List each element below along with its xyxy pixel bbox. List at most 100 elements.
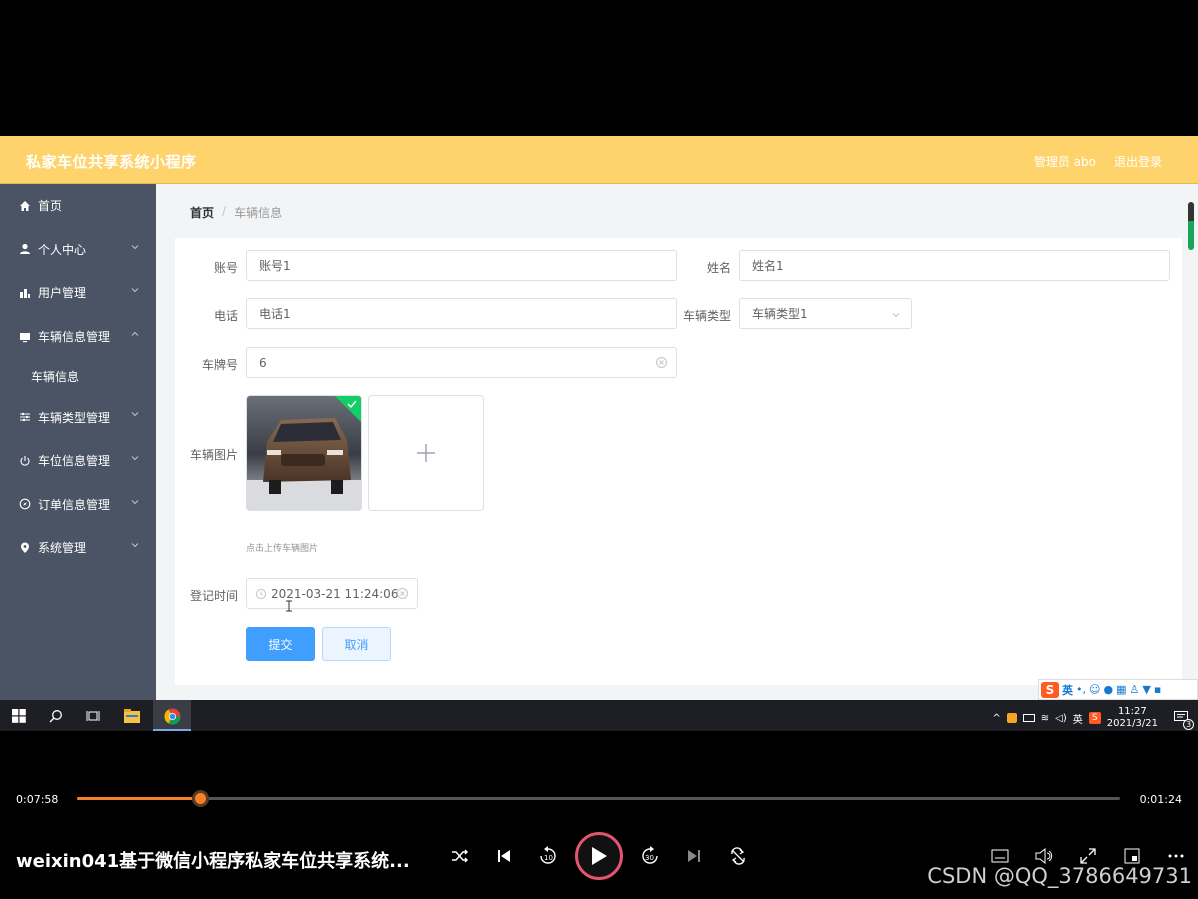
location-icon (18, 541, 32, 555)
name-field[interactable]: 姓名1 (739, 250, 1170, 281)
app-header: 私家车位共享系统小程序 管理员 abo 退出登录 (0, 136, 1198, 184)
sidebar-item-vehicle-type[interactable]: 车辆类型管理 (0, 395, 156, 439)
sidebar-item-users[interactable]: 用户管理 (0, 271, 156, 315)
previous-icon[interactable] (493, 845, 515, 867)
video-player: 0:07:58 0:01:24 weixin041基于微信小程序私家车位共享系统… (0, 783, 1198, 899)
emoji-icon[interactable]: ☺ (1089, 683, 1100, 696)
chrome-icon[interactable] (163, 707, 181, 725)
scrollbar[interactable] (1188, 202, 1194, 250)
sogou-tray-icon[interactable]: S (1088, 712, 1101, 724)
sidebar-item-label: 用户管理 (38, 286, 87, 301)
home-icon (18, 199, 32, 213)
shuffle-icon[interactable] (449, 845, 471, 867)
notification-icon[interactable]: 3 (1174, 710, 1194, 730)
vehicle-type-label: 车辆类型 (682, 309, 731, 323)
chevron-down-icon (131, 288, 139, 293)
volume-icon[interactable]: ◁) (1055, 713, 1067, 724)
play-button[interactable] (575, 832, 623, 880)
sidebar-item-parking[interactable]: 车位信息管理 (0, 439, 156, 483)
header-user-area: 管理员 abo 退出登录 (1034, 153, 1162, 170)
notification-count: 3 (1183, 718, 1194, 730)
sidebar-item-label: 个人中心 (38, 242, 87, 257)
power-icon (18, 454, 32, 468)
sidebar-item-label: 订单信息管理 (38, 497, 111, 512)
mic-icon[interactable]: ● (1103, 683, 1113, 696)
form-card: 账号 账号1 姓名 姓名1 电话 电话1 车辆类型 车辆类型1 车牌号 6 车辆… (175, 238, 1182, 685)
sidebar-item-label: 首页 (38, 199, 63, 214)
task-view-icon[interactable] (84, 707, 102, 725)
sidebar-subitem-vehicle-info[interactable]: 车辆信息 (0, 358, 156, 396)
search-icon[interactable] (47, 707, 65, 725)
total-time: 0:01:24 (1139, 793, 1182, 806)
file-explorer-icon[interactable] (123, 707, 141, 725)
upload-hint: 点击上传车辆图片 (246, 544, 319, 554)
phone-label: 电话 (213, 309, 238, 323)
account-field[interactable]: 账号1 (246, 250, 677, 281)
logout-link[interactable]: 退出登录 (1114, 153, 1162, 170)
compass-icon (18, 497, 32, 511)
next-icon[interactable] (683, 845, 705, 867)
rewind-10-icon[interactable]: 10 (537, 845, 559, 867)
chevron-up-icon[interactable]: ^ (992, 713, 1000, 724)
progress-bar[interactable] (77, 790, 1120, 807)
toolbox-icon[interactable]: ▪ (1154, 683, 1161, 696)
user-center-icon[interactable]: ♙ (1129, 683, 1139, 696)
sidebar-item-label: 车位信息管理 (38, 454, 111, 469)
account-label: 账号 (213, 261, 238, 275)
clear-icon[interactable] (655, 356, 668, 369)
cancel-button[interactable]: 取消 (322, 627, 391, 661)
submit-button[interactable]: 提交 (246, 627, 315, 661)
chevron-down-icon (131, 499, 139, 504)
plate-field[interactable]: 6 (246, 347, 677, 378)
clock-date: 2021/3/21 (1106, 718, 1158, 729)
vehicle-type-select[interactable]: 车辆类型1 (739, 298, 912, 329)
clock-icon (255, 588, 267, 600)
name-label: 姓名 (706, 261, 731, 275)
admin-label: 管理员 abo (1033, 155, 1096, 169)
svg-text:30: 30 (645, 854, 654, 862)
ime-lang[interactable]: 英 (1062, 682, 1073, 698)
sidebar: 首页 个人中心 用户管理 车辆信息管理 车辆信息 车辆类型管理 车位信息管理 订… (0, 184, 156, 700)
vehicle-image-label: 车辆图片 (189, 448, 238, 462)
battery-icon[interactable] (1022, 714, 1035, 722)
taskbar-clock[interactable]: 11:27 2021/3/21 (1107, 706, 1158, 730)
chevron-down-icon (131, 244, 139, 249)
register-time-value: 2021-03-21 11:24:06 (271, 586, 399, 601)
sidebar-item-vehicle-mgmt[interactable]: 车辆信息管理 (0, 315, 156, 359)
ime-toolbar: S 英 •, ☺ ● ▦ ♙ ▼ ▪ (1038, 679, 1198, 700)
vehicle-image-thumbnail[interactable] (246, 395, 362, 511)
windows-start-icon[interactable] (10, 707, 28, 725)
progress-handle[interactable] (192, 790, 210, 807)
tray-app-icon[interactable] (1006, 713, 1017, 723)
tray-lang[interactable]: 英 (1073, 711, 1083, 726)
csdn-watermark: CSDN @QQ_3786649731 (927, 864, 1192, 888)
phone-field[interactable]: 电话1 (246, 298, 677, 329)
keyboard-icon[interactable]: ▦ (1116, 683, 1126, 696)
register-time-label: 登记时间 (189, 589, 238, 603)
app-title: 私家车位共享系统小程序 (26, 153, 197, 171)
clear-icon[interactable] (396, 587, 409, 600)
sidebar-item-home[interactable]: 首页 (0, 184, 156, 228)
video-title: weixin041基于微信小程序私家车位共享系统... (16, 851, 410, 872)
image-upload-button[interactable] (368, 395, 484, 511)
text-cursor-icon (286, 600, 292, 612)
admin-app: 私家车位共享系统小程序 管理员 abo 退出登录 首页 个人中心 用户管理 车辆… (0, 136, 1198, 700)
register-time-picker[interactable]: 2021-03-21 11:24:06 (246, 578, 418, 609)
breadcrumb-home[interactable]: 首页 (190, 204, 214, 221)
sidebar-item-profile[interactable]: 个人中心 (0, 228, 156, 272)
sliders-icon (18, 410, 32, 424)
wifi-icon[interactable]: ≋ (1041, 713, 1049, 724)
chevron-down-icon (131, 412, 139, 417)
skin-icon[interactable]: ▼ (1142, 683, 1150, 696)
vehicle-type-value: 车辆类型1 (752, 307, 808, 321)
current-time: 0:07:58 (16, 793, 59, 806)
sidebar-item-label: 系统管理 (38, 541, 87, 556)
sidebar-item-system[interactable]: 系统管理 (0, 526, 156, 570)
taskbar: ^ ≋ ◁) 英 S 11:27 2021/3/21 3 (0, 700, 1198, 731)
chevron-down-icon (131, 543, 139, 548)
punctuation-icon[interactable]: •, (1076, 683, 1086, 696)
loop-icon[interactable] (727, 845, 749, 867)
forward-30-icon[interactable]: 30 (639, 845, 661, 867)
sidebar-item-orders[interactable]: 订单信息管理 (0, 483, 156, 527)
chevron-up-icon (131, 331, 139, 336)
